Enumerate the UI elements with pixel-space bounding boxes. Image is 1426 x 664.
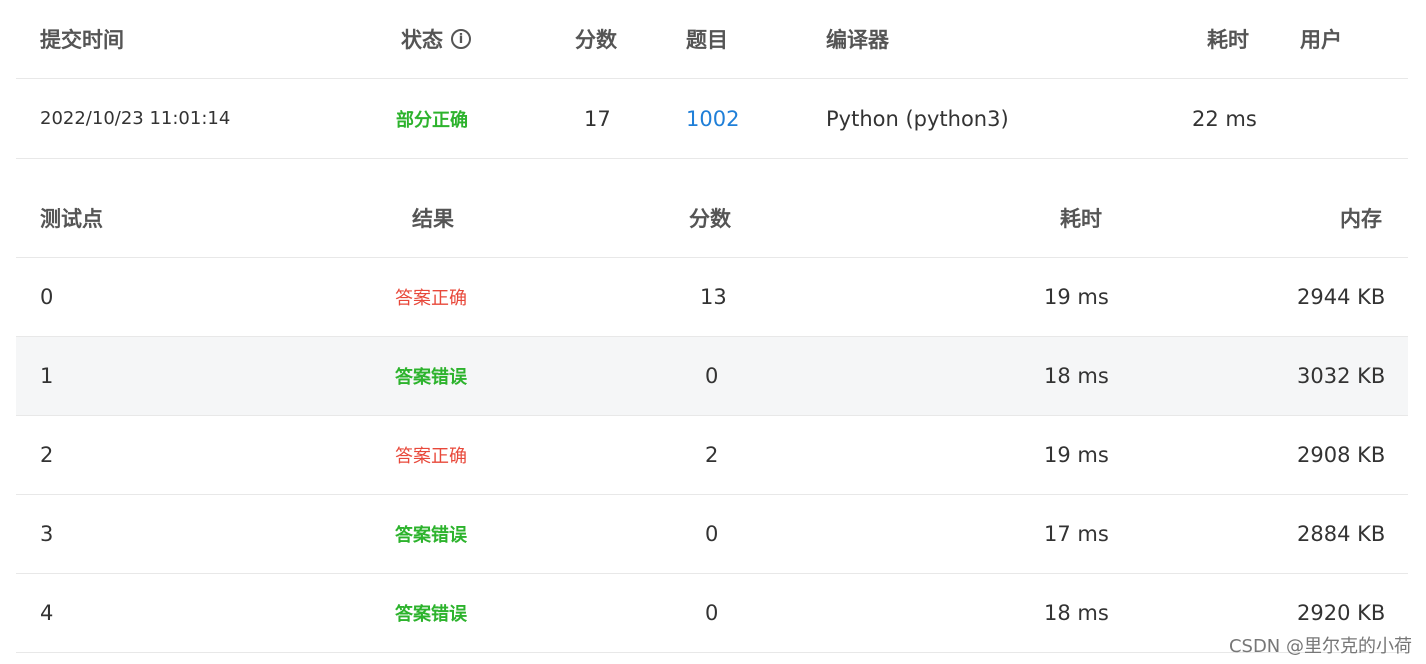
- submission-time: 2022/10/23 11:01:14: [40, 108, 231, 129]
- info-circle-icon[interactable]: i: [451, 29, 471, 49]
- submission-compiler: Python (python3): [826, 106, 1009, 131]
- testcase-elapsed: 17 ms: [1044, 522, 1109, 546]
- table-row: 3 答案错误 0 17 ms 2884 KB: [16, 495, 1408, 574]
- testcase-elapsed: 19 ms: [1044, 443, 1109, 467]
- header-compiler: 编译器: [826, 28, 889, 52]
- header-elapsed: 耗时: [1207, 28, 1249, 52]
- testcase-memory: 2884 KB: [1297, 522, 1386, 546]
- header-memory: 内存: [1340, 206, 1382, 231]
- header-score: 分数: [575, 28, 617, 52]
- csdn-watermark: CSDN @里尔克的小荷: [1228, 636, 1412, 657]
- header-submit-time: 提交时间: [40, 28, 124, 52]
- table-row: 1 答案错误 0 18 ms 3032 KB: [16, 337, 1408, 416]
- testcase-id: 4: [40, 601, 54, 625]
- result-badge: 答案错误: [395, 604, 467, 625]
- submission-score: 17: [584, 106, 611, 131]
- header-status-label: 状态: [401, 28, 443, 52]
- header-problem: 题目: [686, 28, 728, 52]
- testcase-elapsed: 18 ms: [1044, 364, 1109, 388]
- result-badge: 答案错误: [395, 525, 467, 546]
- header-case-elapsed: 耗时: [1060, 206, 1102, 231]
- testcase-score: 0: [705, 601, 719, 625]
- testcase-memory: 2908 KB: [1297, 443, 1386, 467]
- submission-table: 提交时间 状态 i 分数 题目 编译器 耗时 用户 2022/10/23 11:…: [16, 0, 1408, 159]
- problem-link[interactable]: 1002: [686, 79, 739, 158]
- testcase-id: 2: [40, 443, 54, 467]
- testcase-elapsed: 19 ms: [1044, 285, 1109, 309]
- testcase-id: 1: [40, 364, 54, 388]
- testcase-score: 0: [705, 364, 719, 388]
- testcase-memory: 3032 KB: [1297, 364, 1386, 388]
- testcase-memory: 2944 KB: [1297, 285, 1386, 309]
- testcase-score: 13: [700, 285, 727, 309]
- table-row: 4 答案错误 0 18 ms 2920 KB: [16, 574, 1408, 653]
- testcase-elapsed: 18 ms: [1044, 601, 1109, 625]
- result-badge: 答案正确: [395, 446, 467, 467]
- header-case-score: 分数: [689, 206, 731, 231]
- testcase-score: 2: [705, 443, 719, 467]
- header-testcase: 测试点: [40, 206, 103, 231]
- table-row: 2 答案正确 2 19 ms 2908 KB: [16, 416, 1408, 495]
- result-badge: 答案错误: [395, 367, 467, 388]
- header-status: 状态 i: [401, 0, 471, 78]
- result-badge: 答案正确: [395, 288, 467, 309]
- testcase-id: 0: [40, 285, 54, 309]
- submission-row: 2022/10/23 11:01:14 部分正确 17 1002 Python …: [16, 79, 1408, 159]
- testcase-score: 0: [705, 522, 719, 546]
- submission-header-row: 提交时间 状态 i 分数 题目 编译器 耗时 用户: [16, 0, 1408, 79]
- submission-elapsed: 22 ms: [1192, 106, 1257, 131]
- header-user: 用户: [1300, 28, 1342, 52]
- table-row: 0 答案正确 13 19 ms 2944 KB: [16, 258, 1408, 337]
- testcase-table: 测试点 结果 分数 耗时 内存 0 答案正确 13 19 ms 2944 KB …: [16, 160, 1408, 653]
- header-result: 结果: [412, 206, 454, 231]
- testcase-id: 3: [40, 522, 54, 546]
- submission-status-badge: 部分正确: [396, 109, 468, 131]
- testcase-header-row: 测试点 结果 分数 耗时 内存: [16, 160, 1408, 258]
